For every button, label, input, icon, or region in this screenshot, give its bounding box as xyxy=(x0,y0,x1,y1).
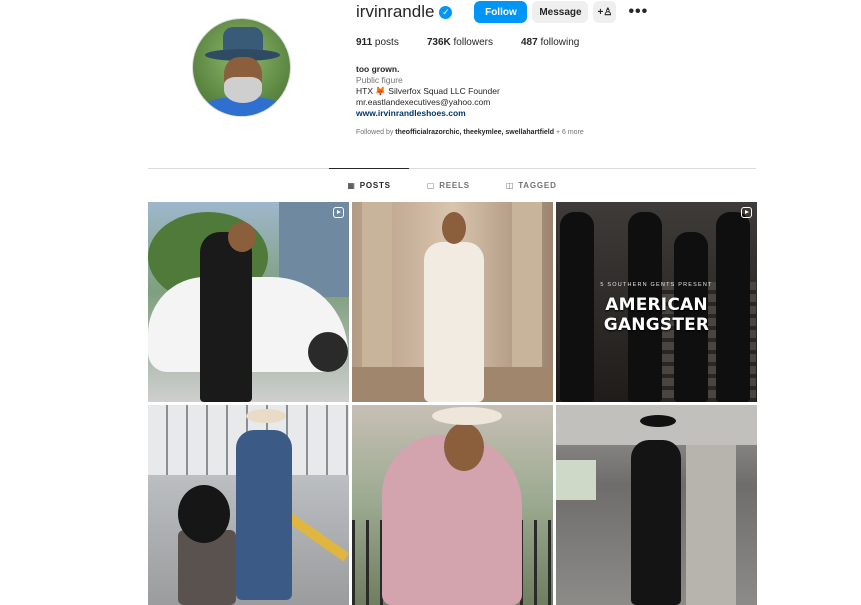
following-label: following xyxy=(540,37,580,48)
posts-count: 911 xyxy=(356,37,373,48)
followed-by-suffix: + 6 more xyxy=(554,129,584,136)
posts-grid: 5 SOUTHERN GENTS PRESENT AMERICAN GANGST… xyxy=(148,202,757,605)
post-tile[interactable]: 5 SOUTHERN GENTS PRESENT AMERICAN GANGST… xyxy=(556,202,757,402)
post-tile[interactable] xyxy=(148,202,349,402)
post-person-hat xyxy=(246,409,286,423)
post-overlay-title: AMERICAN GANGSTER xyxy=(603,295,710,335)
post-person xyxy=(424,242,484,402)
post-car-wheel xyxy=(308,332,348,372)
post-person-head xyxy=(444,423,484,471)
followers-count: 736K xyxy=(426,37,451,48)
message-button[interactable]: Message xyxy=(532,1,589,23)
tab-posts-label: POSTS xyxy=(359,181,391,190)
posts-label: posts xyxy=(374,37,399,48)
profile-bio: too grown. Public figure HTX 🦊 Silverfox… xyxy=(356,64,776,119)
post-tile[interactable] xyxy=(352,202,553,402)
bio-email: mr.eastlandexecutives@yahoo.com xyxy=(356,97,491,107)
post-tile[interactable] xyxy=(556,405,757,605)
reels-icon: ▢ xyxy=(426,181,436,190)
reel-icon xyxy=(333,207,344,218)
profile-info: irvinrandle ✓ Follow Message +♙ ••• 911 … xyxy=(356,0,776,136)
post-tile[interactable] xyxy=(148,405,349,605)
post-person-hat xyxy=(640,415,676,427)
avatar-beard xyxy=(224,77,262,103)
reel-icon xyxy=(741,207,752,218)
verified-badge-icon: ✓ xyxy=(439,5,453,19)
profile-header-row: irvinrandle ✓ Follow Message +♙ ••• xyxy=(356,1,776,23)
tagged-icon: ◫ xyxy=(505,181,515,190)
username: irvinrandle xyxy=(356,2,435,21)
post-tile[interactable] xyxy=(352,405,553,605)
stat-followers[interactable]: 736K followers xyxy=(427,37,493,48)
stat-posts: 911 posts xyxy=(356,37,399,48)
profile-tabs: ▦ POSTS ▢ REELS ◫ TAGGED xyxy=(148,168,756,202)
post-overlay-subtitle: 5 SOUTHERN GENTS PRESENT xyxy=(600,282,713,288)
grid-icon: ▦ xyxy=(347,181,356,190)
bio-line-1: HTX 🦊 Silverfox Squad LLC Founder xyxy=(356,86,500,96)
bio-name: too grown. xyxy=(356,64,400,74)
follow-button[interactable]: Follow xyxy=(474,1,528,23)
post-person xyxy=(631,440,681,605)
post-person xyxy=(236,430,292,600)
followed-by-prefix: Followed by xyxy=(356,129,396,136)
profile-stats: 911 posts 736K followers 487 following xyxy=(356,37,776,48)
followers-label: followers xyxy=(453,37,493,48)
followed-by-names: theofficialrazorchic, theekymlee, swella… xyxy=(395,129,555,136)
bio-category: Public figure xyxy=(356,75,403,85)
post-person-head xyxy=(442,212,466,244)
post-person-head xyxy=(228,222,256,252)
tab-tagged[interactable]: ◫ TAGGED xyxy=(488,168,575,202)
stat-following[interactable]: 487 following xyxy=(521,37,579,48)
profile-avatar[interactable] xyxy=(192,18,291,117)
post-bag xyxy=(178,485,230,543)
avatar-image xyxy=(192,18,291,117)
post-scenery xyxy=(686,445,736,605)
following-count: 487 xyxy=(520,37,538,48)
add-user-icon[interactable]: +♙ xyxy=(593,1,617,23)
post-person-hat xyxy=(432,407,502,425)
followed-by[interactable]: Followed by theofficialrazorchic, theeky… xyxy=(356,129,776,136)
tab-reels-label: REELS xyxy=(439,181,470,190)
post-person xyxy=(200,232,252,402)
tab-tagged-label: TAGGED xyxy=(518,181,557,190)
bio-website-link[interactable]: www.irvinrandleshoes.com xyxy=(356,108,776,119)
post-scenery xyxy=(556,460,596,500)
more-options-icon[interactable]: ••• xyxy=(628,4,648,20)
tab-reels[interactable]: ▢ REELS xyxy=(409,168,488,202)
tab-posts[interactable]: ▦ POSTS xyxy=(329,168,409,202)
